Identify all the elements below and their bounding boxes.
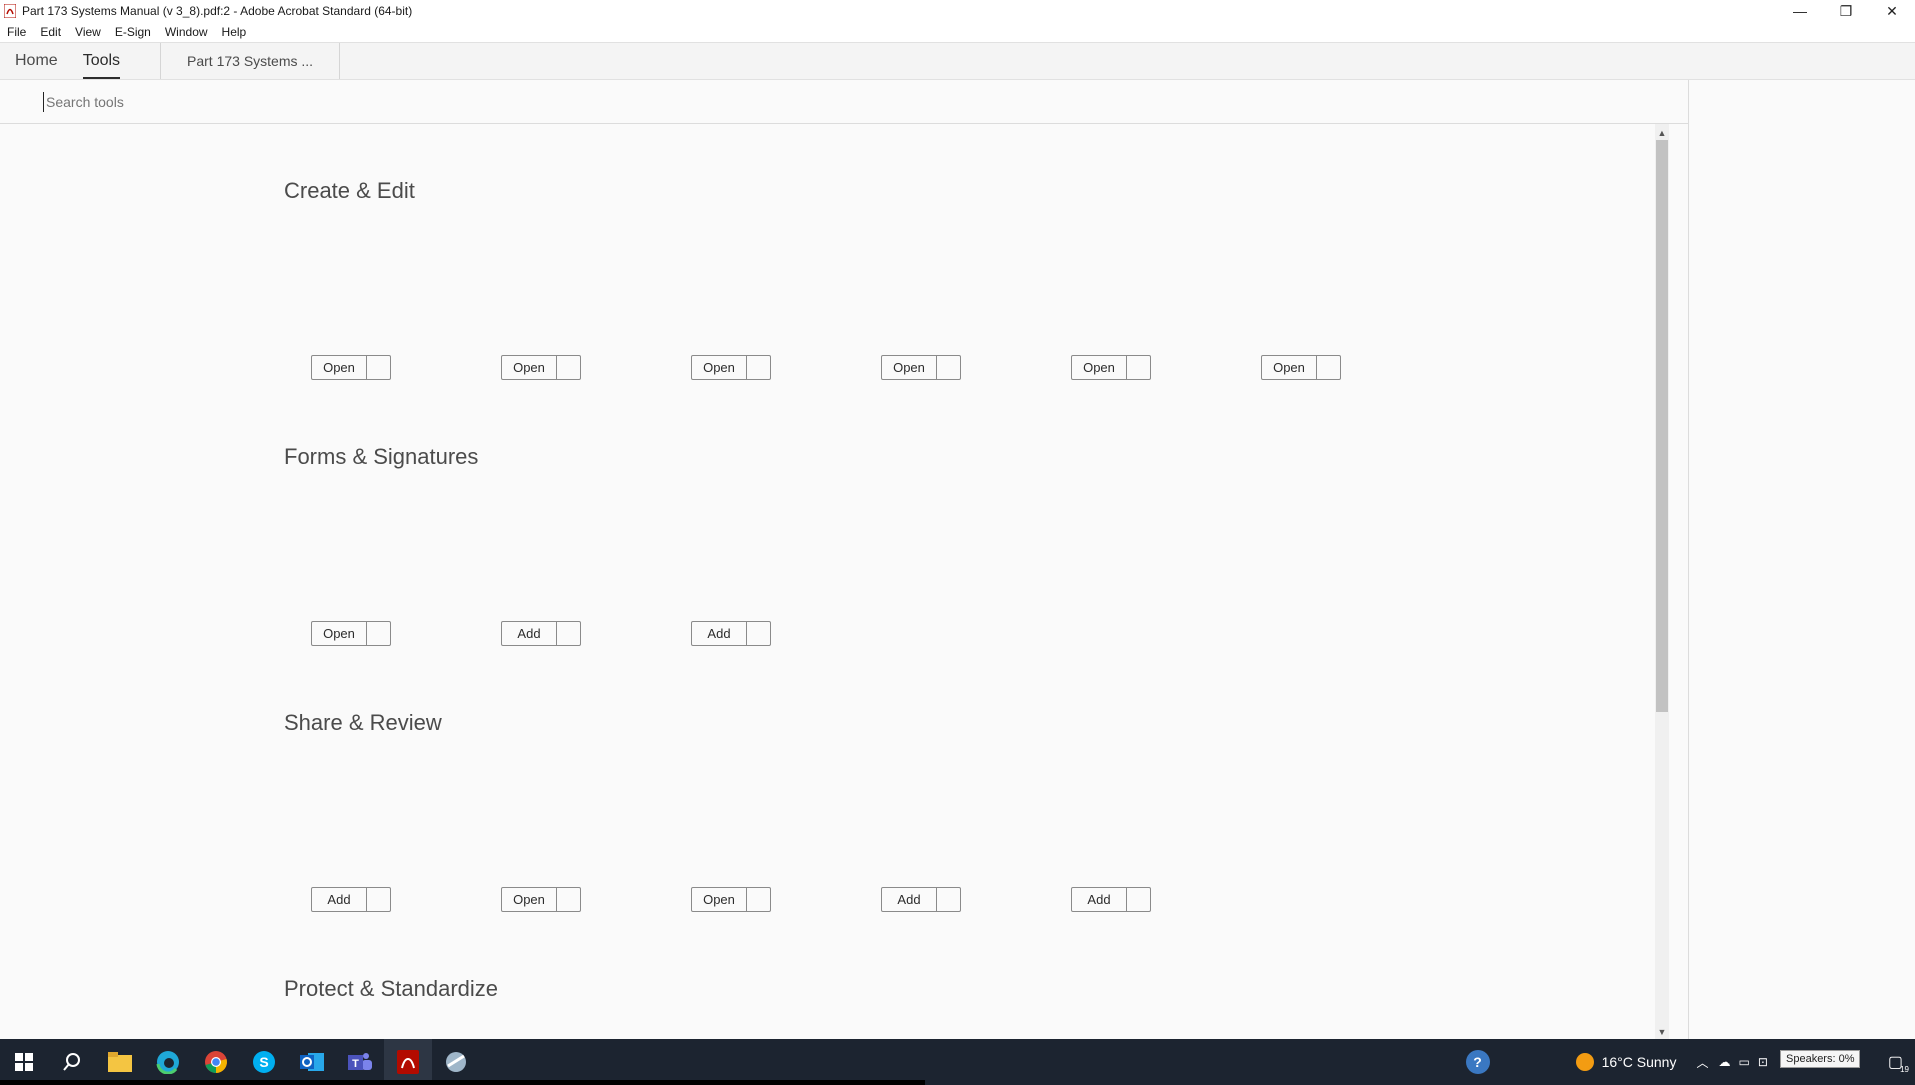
close-button[interactable]: ✕ [1869, 0, 1915, 22]
onedrive-icon[interactable]: ☁ [1718, 1055, 1730, 1069]
button-label: Add [502, 622, 557, 645]
tab-bar: Home Tools Part 173 Systems ... [0, 42, 1915, 80]
weather-text[interactable]: 16°C Sunny [1602, 1054, 1677, 1070]
button-label: Add [692, 622, 747, 645]
dropdown-arrow[interactable] [937, 356, 960, 379]
chrome-icon[interactable] [192, 1039, 240, 1085]
scroll-up-icon[interactable]: ▲ [1655, 126, 1669, 140]
button-label: Add [1072, 888, 1127, 911]
tab-tools[interactable]: Tools [73, 43, 135, 79]
battery-icon[interactable]: ▭ [1738, 1055, 1749, 1069]
dropdown-arrow[interactable] [937, 888, 960, 911]
button-label: Open [882, 356, 937, 379]
button-label: Open [312, 356, 367, 379]
dropdown-arrow[interactable] [1317, 356, 1340, 379]
dropdown-arrow[interactable] [557, 888, 580, 911]
tool-add-button[interactable]: Add [1071, 887, 1151, 912]
window-title: Part 173 Systems Manual (v 3_8).pdf:2 - … [22, 4, 413, 18]
dropdown-arrow[interactable] [367, 356, 390, 379]
dropdown-arrow[interactable] [367, 622, 390, 645]
tool-open-button[interactable]: Open [1261, 355, 1341, 380]
menu-esign[interactable]: E-Sign [108, 25, 158, 39]
dropdown-arrow[interactable] [557, 622, 580, 645]
dropdown-arrow[interactable] [1127, 356, 1150, 379]
tool-open-button[interactable]: Open [311, 621, 391, 646]
scroll-down-icon[interactable]: ▼ [1655, 1025, 1669, 1039]
file-explorer-icon[interactable] [96, 1039, 144, 1085]
menu-bar: File Edit View E-Sign Window Help [0, 22, 1915, 42]
dropdown-arrow[interactable] [1127, 888, 1150, 911]
right-pane [1688, 80, 1915, 1039]
button-label: Open [1262, 356, 1317, 379]
section-title-create-edit: Create & Edit [284, 178, 415, 203]
tool-open-button[interactable]: Open [691, 355, 771, 380]
button-label: Open [1072, 356, 1127, 379]
speakers-tooltip: Speakers: 0% [1780, 1050, 1861, 1068]
section-title-protect-standardize: Protect & Standardize [284, 976, 499, 1001]
dropdown-arrow[interactable] [367, 888, 390, 911]
button-label: Open [502, 356, 557, 379]
dropdown-arrow[interactable] [747, 888, 770, 911]
title-bar: Part 173 Systems Manual (v 3_8).pdf:2 - … [0, 0, 1915, 22]
app-icon[interactable] [432, 1039, 480, 1085]
button-label: Add [882, 888, 937, 911]
chevron-up-icon[interactable]: ︿ [1696, 1054, 1708, 1071]
section-title-share-review: Share & Review [284, 710, 442, 735]
tool-open-button[interactable]: Open [501, 887, 581, 912]
search-input[interactable] [43, 92, 643, 112]
tool-add-button[interactable]: Add [311, 887, 391, 912]
notification-icon[interactable]: ▢ 19 [1888, 1052, 1909, 1074]
edge-icon[interactable] [144, 1039, 192, 1085]
search-icon[interactable] [48, 1039, 96, 1085]
scroll-thumb[interactable] [1656, 140, 1668, 712]
menu-file[interactable]: File [0, 25, 33, 39]
button-label: Add [312, 888, 367, 911]
menu-view[interactable]: View [68, 25, 108, 39]
menu-edit[interactable]: Edit [33, 25, 68, 39]
notification-count: 19 [1900, 1065, 1909, 1074]
taskbar: S T ? 16°C Sunny ︿ ☁ ▭ ⊡ ▢ 19 [0, 1039, 1915, 1085]
vertical-scrollbar[interactable]: ▲ ▼ [1655, 124, 1669, 1039]
button-label: Open [312, 622, 367, 645]
tab-home[interactable]: Home [0, 43, 73, 79]
restore-button[interactable]: ❐ [1823, 0, 1869, 22]
skype-icon[interactable]: S [240, 1039, 288, 1085]
section-title-forms-signatures: Forms & Signatures [284, 444, 479, 469]
teams-icon[interactable]: T [336, 1039, 384, 1085]
acrobat-taskbar-icon[interactable] [384, 1039, 432, 1085]
menu-help[interactable]: Help [215, 25, 254, 39]
outlook-icon[interactable] [288, 1039, 336, 1085]
tool-open-button[interactable]: Open [691, 887, 771, 912]
tool-open-button[interactable]: Open [501, 355, 581, 380]
tool-open-button[interactable]: Open [881, 355, 961, 380]
windows-start-icon[interactable] [0, 1039, 48, 1085]
network-icon[interactable]: ⊡ [1758, 1055, 1768, 1069]
tools-content: Create & Edit Open Open Open Open Open O… [0, 124, 1655, 1039]
dropdown-arrow[interactable] [747, 622, 770, 645]
button-label: Open [502, 888, 557, 911]
weather-icon[interactable] [1575, 1053, 1594, 1071]
button-label: Open [692, 356, 747, 379]
tool-open-button[interactable]: Open [1071, 355, 1151, 380]
menu-window[interactable]: Window [158, 25, 215, 39]
tool-add-button[interactable]: Add [691, 621, 771, 646]
minimize-button[interactable]: — [1777, 0, 1823, 22]
search-row [0, 80, 1688, 124]
tab-document[interactable]: Part 173 Systems ... [160, 43, 341, 79]
acrobat-icon [3, 3, 17, 19]
tool-add-button[interactable]: Add [501, 621, 581, 646]
svg-text:T: T [352, 1058, 359, 1070]
tool-open-button[interactable]: Open [311, 355, 391, 380]
svg-text:S: S [259, 1054, 268, 1070]
screen-edge [0, 1080, 925, 1085]
button-label: Open [692, 888, 747, 911]
dropdown-arrow[interactable] [747, 356, 770, 379]
help-icon[interactable]: ? [1465, 1050, 1490, 1074]
tool-add-button[interactable]: Add [881, 887, 961, 912]
dropdown-arrow[interactable] [557, 356, 580, 379]
